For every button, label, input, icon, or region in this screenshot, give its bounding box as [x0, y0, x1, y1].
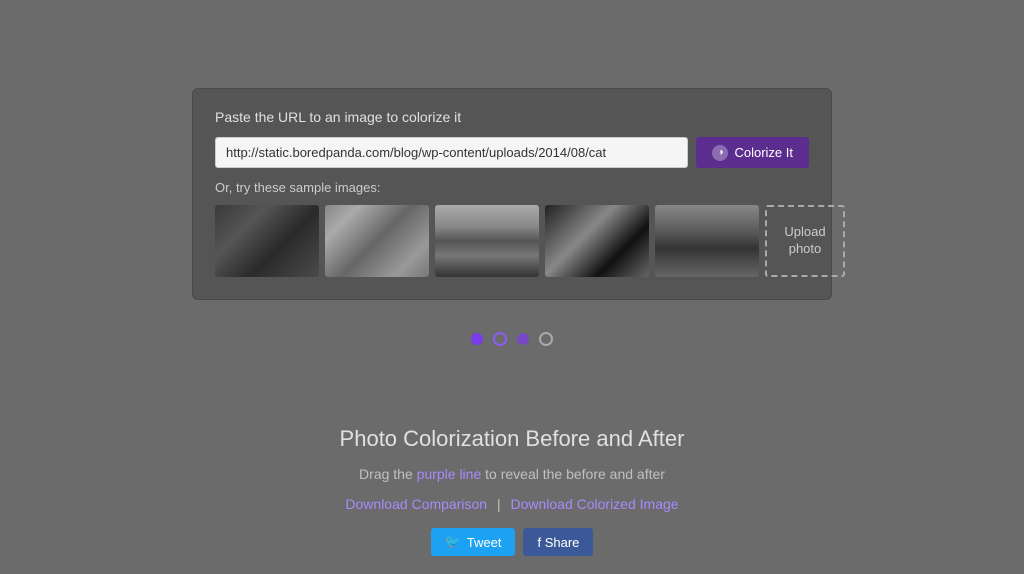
download-comparison-link[interactable]: Download Comparison [345, 496, 487, 512]
social-row: 🐦 Tweet f Share [340, 528, 685, 556]
download-colorized-link[interactable]: Download Colorized Image [510, 496, 678, 512]
upload-photo-label: Upload photo [767, 224, 843, 258]
sample-thumb-2[interactable] [325, 205, 429, 277]
colorize-button[interactable]: ◑ Colorize It [696, 137, 809, 168]
url-input[interactable] [215, 137, 688, 168]
url-row: ◑ Colorize It [215, 137, 809, 168]
thumbnails-row: Upload photo [215, 205, 809, 277]
sample-thumb-3[interactable] [435, 205, 539, 277]
drag-label: Drag the purple line to reveal the befor… [340, 466, 685, 482]
dot-1 [471, 333, 483, 345]
dot-3 [517, 333, 529, 345]
colorize-card: Paste the URL to an image to colorize it… [192, 88, 832, 300]
colorize-label: Colorize It [734, 145, 793, 160]
twitter-icon: 🐦 [445, 534, 461, 550]
sample-label: Or, try these sample images: [215, 180, 809, 195]
facebook-share-button[interactable]: f Share [523, 528, 593, 556]
upload-photo-button[interactable]: Upload photo [765, 205, 845, 277]
drag-label-suffix: to reveal the before and after [481, 466, 665, 482]
dot-2 [493, 332, 507, 346]
separator: | [497, 496, 501, 512]
facebook-share-label: f Share [537, 535, 579, 550]
dots-row [471, 332, 553, 346]
drag-label-highlight: purple line [417, 466, 482, 482]
sample-thumb-4[interactable] [545, 205, 649, 277]
card-title: Paste the URL to an image to colorize it [215, 109, 809, 125]
colorize-icon: ◑ [712, 145, 728, 161]
dot-4 [539, 332, 553, 346]
before-after-title: Photo Colorization Before and After [340, 426, 685, 452]
download-links: Download Comparison | Download Colorized… [340, 496, 685, 512]
sample-thumb-1[interactable] [215, 205, 319, 277]
tweet-label: Tweet [467, 535, 502, 550]
sample-thumb-5[interactable] [655, 205, 759, 277]
bottom-section: Photo Colorization Before and After Drag… [340, 426, 685, 556]
tweet-button[interactable]: 🐦 Tweet [431, 528, 516, 556]
drag-label-prefix: Drag the [359, 466, 417, 482]
